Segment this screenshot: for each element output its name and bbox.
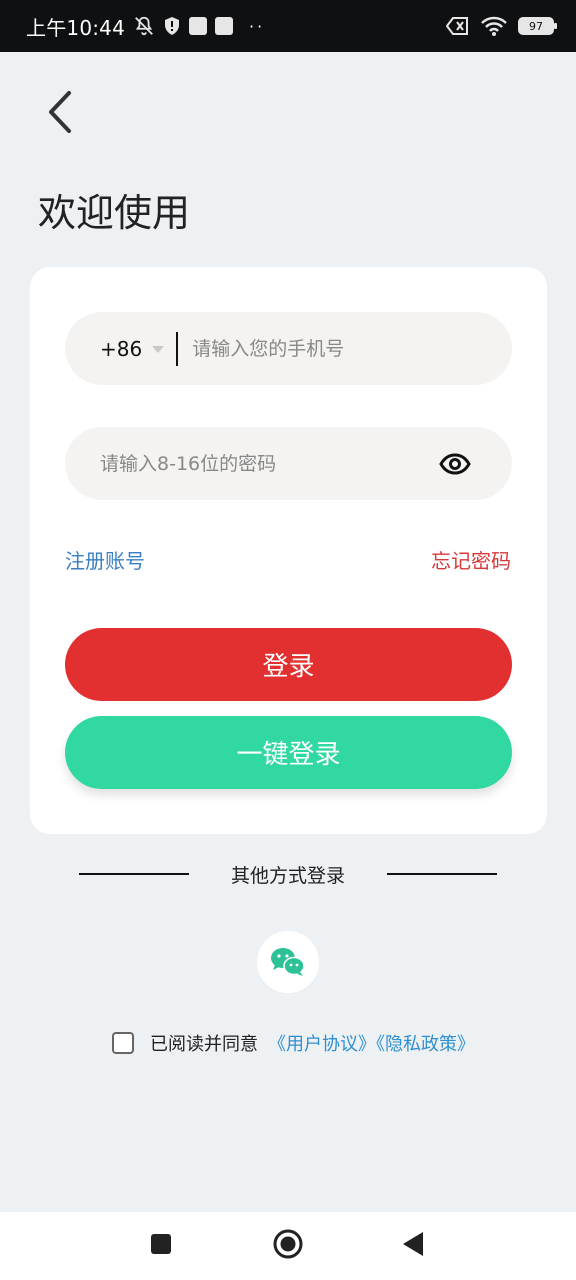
country-code-selector[interactable]: +86 bbox=[100, 336, 165, 361]
more-dots-icon: ·· bbox=[249, 16, 266, 36]
battery-indicator: 97 bbox=[518, 17, 557, 35]
phone-field: +86 bbox=[65, 312, 512, 385]
status-bar: 上午10:44 ·· 97 bbox=[0, 0, 576, 52]
notification-square-icon bbox=[189, 17, 208, 35]
other-login-label: 其他方式登录 bbox=[230, 864, 345, 887]
agreement-row: 已阅读并同意 《用户协议》《隐私政策》 bbox=[112, 1030, 475, 1056]
shield-icon bbox=[163, 16, 181, 36]
login-card: +86 注册账号 忘记密码 登录 一键登录 bbox=[30, 267, 547, 834]
status-time: 上午10:44 bbox=[26, 15, 126, 40]
page-title: 欢迎使用 bbox=[38, 191, 191, 235]
text-cursor bbox=[176, 331, 179, 366]
register-link[interactable]: 注册账号 bbox=[65, 545, 145, 574]
notification-square-icon bbox=[215, 17, 234, 35]
home-button[interactable] bbox=[264, 1220, 312, 1268]
nav-back-button[interactable] bbox=[389, 1220, 437, 1268]
divider-line bbox=[78, 873, 189, 875]
caret-down-icon bbox=[152, 346, 165, 353]
toggle-password-visibility-button[interactable] bbox=[438, 447, 472, 481]
mute-bell-icon bbox=[133, 15, 155, 37]
quick-login-button[interactable]: 一键登录 bbox=[65, 716, 512, 789]
password-field bbox=[65, 427, 512, 500]
agreement-links[interactable]: 《用户协议》《隐私政策》 bbox=[268, 1030, 475, 1056]
forgot-password-link[interactable]: 忘记密码 bbox=[431, 545, 511, 574]
home-circle-icon bbox=[273, 1229, 303, 1259]
back-button[interactable] bbox=[36, 84, 84, 140]
wifi-icon bbox=[480, 15, 508, 37]
divider-line bbox=[387, 873, 497, 875]
recents-button[interactable] bbox=[137, 1220, 185, 1268]
agreement-text: 已阅读并同意 bbox=[150, 1034, 258, 1055]
chevron-left-icon bbox=[49, 91, 71, 133]
country-code-label: +86 bbox=[100, 336, 143, 361]
phone-input[interactable] bbox=[192, 337, 512, 360]
password-input[interactable] bbox=[100, 452, 438, 475]
back-triangle-icon bbox=[403, 1232, 423, 1256]
other-login-divider: 其他方式登录 bbox=[0, 860, 576, 888]
agreement-checkbox[interactable] bbox=[112, 1032, 134, 1054]
wechat-login-button[interactable] bbox=[257, 931, 319, 993]
eye-icon bbox=[439, 452, 471, 475]
system-nav-bar bbox=[0, 1212, 576, 1280]
login-button[interactable]: 登录 bbox=[65, 628, 512, 701]
delete-box-icon bbox=[446, 16, 470, 36]
wechat-icon bbox=[271, 948, 305, 976]
square-icon bbox=[151, 1234, 171, 1254]
